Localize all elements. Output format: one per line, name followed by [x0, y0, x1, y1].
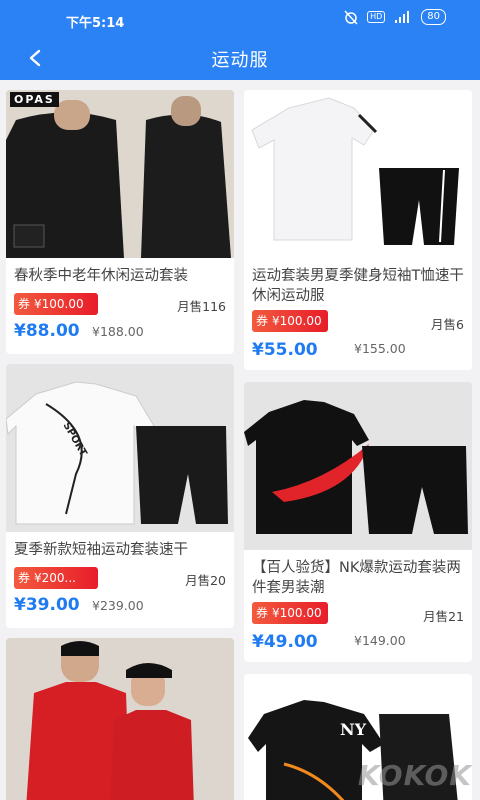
product-image: OPAS [6, 90, 234, 258]
product-price: ¥88.00 [14, 321, 80, 341]
coupon-value: ¥100.00 [272, 314, 322, 328]
coupon-label: 券 [18, 571, 31, 585]
coupon-value: ¥200... [34, 571, 76, 585]
product-card[interactable]: 【百人验货】NK爆款运动套装两件套男装潮 券 ¥100.00 月售21 ¥49.0… [244, 382, 472, 662]
coupon-value: ¥100.00 [34, 297, 84, 311]
status-icons: HD 80 [343, 9, 446, 25]
product-card[interactable]: 运动套装男夏季健身短袖T恤速干休闲运动服 券 ¥100.00 月售6 ¥55.00… [244, 90, 472, 370]
product-card[interactable] [6, 638, 234, 800]
original-price: ¥188.00 [92, 324, 144, 339]
coupon-badge: 券 ¥100.00 [14, 293, 98, 315]
product-card[interactable]: SPORT 夏季新款短袖运动套装速干 券 ¥200... 月售20 ¥39.00 … [6, 364, 234, 628]
coupon-label: 券 [18, 297, 31, 311]
battery-indicator: 80 [421, 9, 446, 25]
product-price: ¥49.00 [252, 632, 318, 652]
coupon-value: ¥100.00 [272, 606, 322, 620]
status-bar: 下午5:14 HD 80 [0, 0, 480, 36]
product-image [6, 638, 234, 800]
monthly-sales: 月售20 [185, 573, 226, 588]
signal-icon [395, 11, 410, 23]
alarm-muted-icon [344, 10, 358, 25]
brand-logo: OPAS [10, 92, 59, 107]
product-image: SPORT [6, 364, 234, 532]
product-title: 运动套装男夏季健身短袖T恤速干休闲运动服 [252, 268, 464, 304]
product-image [244, 90, 472, 258]
product-card[interactable]: OPAS 春秋季中老年休闲运动套装 券 ¥100.00 月售116 ¥88.00 … [6, 90, 234, 354]
product-price: ¥39.00 [14, 595, 80, 615]
coupon-label: 券 [256, 606, 269, 620]
original-price: ¥149.00 [354, 633, 406, 648]
coupon-label: 券 [256, 314, 269, 328]
hd-badge: HD [367, 11, 386, 23]
nav-bar: 运动服 [0, 36, 480, 80]
monthly-sales: 月售6 [431, 317, 464, 332]
product-image [244, 382, 472, 550]
product-title: 【百人验货】NK爆款运动套装两件套男装潮 [252, 560, 461, 596]
product-title: 夏季新款短袖运动套装速干 [14, 542, 188, 558]
coupon-badge: 券 ¥100.00 [252, 602, 328, 624]
coupon-badge: 券 ¥200... [14, 567, 98, 589]
monthly-sales: 月售116 [177, 299, 226, 314]
shirt-logo-text: NY [340, 720, 367, 739]
original-price: ¥239.00 [92, 598, 144, 613]
original-price: ¥155.00 [354, 341, 406, 356]
monthly-sales: 月售21 [423, 609, 464, 624]
status-time: 下午5:14 [66, 16, 125, 31]
product-title: 春秋季中老年休闲运动套装 [14, 268, 188, 284]
coupon-badge: 券 ¥100.00 [252, 310, 328, 332]
page-title: 运动服 [211, 50, 269, 71]
watermark: KOKOK [357, 759, 472, 792]
product-price: ¥55.00 [252, 340, 318, 360]
